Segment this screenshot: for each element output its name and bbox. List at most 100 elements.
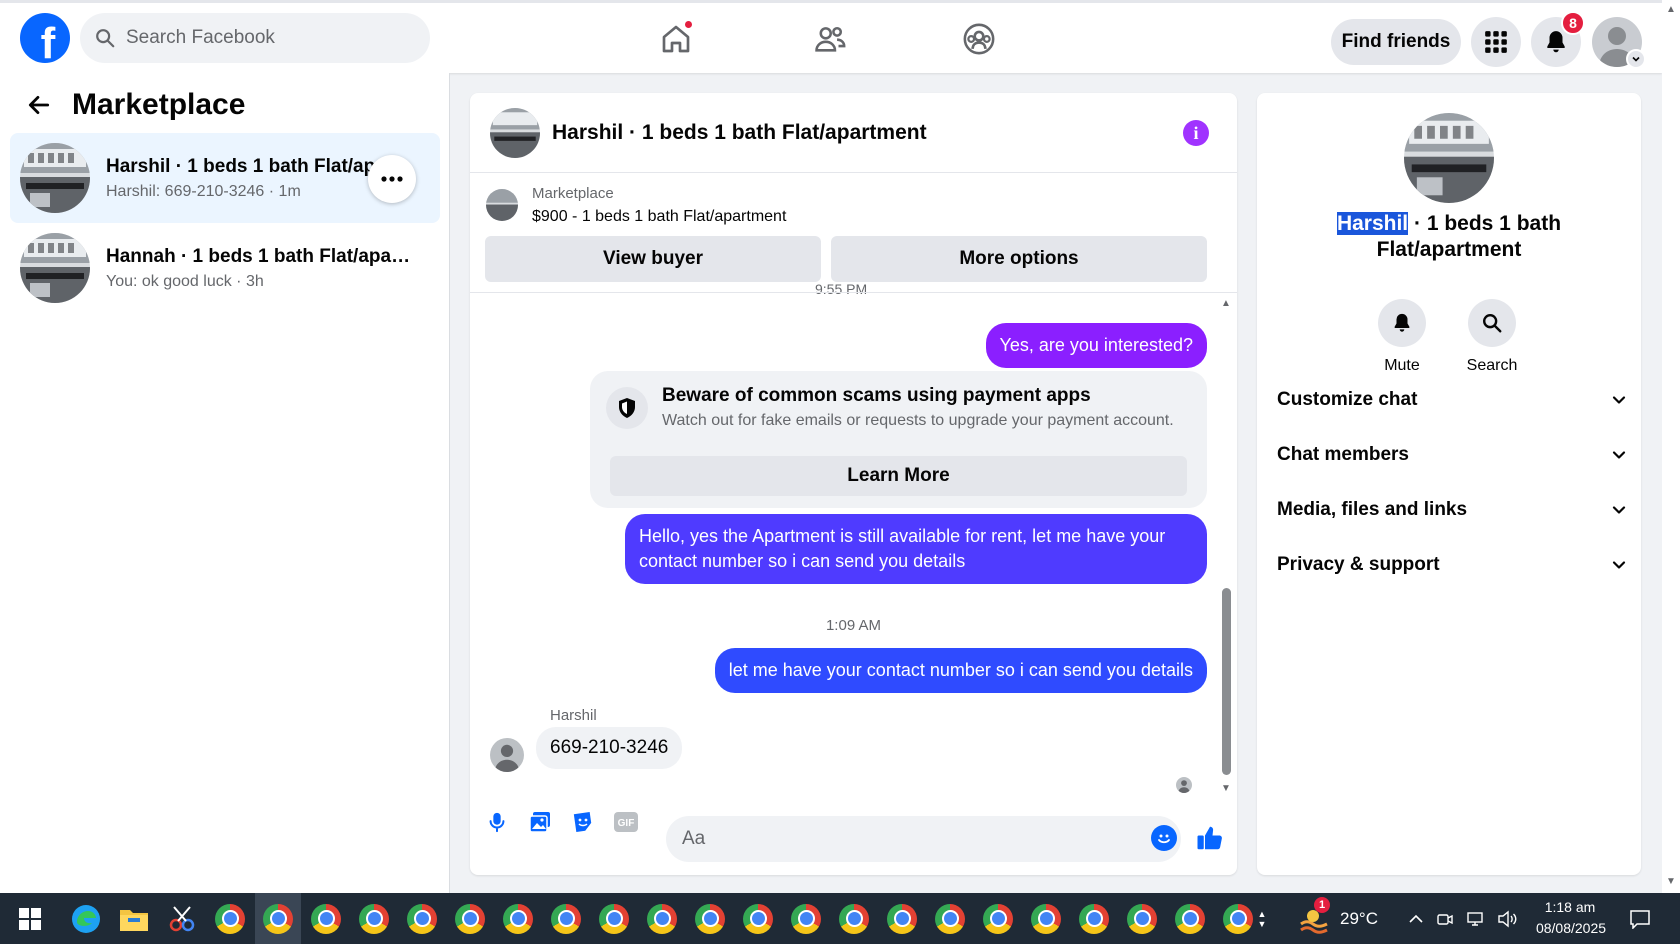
image-icon[interactable] [526,808,554,836]
sticker-icon[interactable] [569,808,597,836]
chrome-window-icon[interactable] [1119,893,1165,944]
chrome-window-icon[interactable] [207,893,253,944]
mic-icon[interactable] [483,808,511,836]
bell-icon[interactable] [1378,299,1426,347]
start-button[interactable] [7,893,53,944]
notifications-button[interactable]: 8 [1531,11,1585,67]
mute-action[interactable]: Mute [1367,299,1437,375]
chrome-window-icon[interactable] [399,893,445,944]
weather-badge: 1 [1314,897,1330,913]
gif-icon[interactable]: GIF [612,808,640,836]
groups-nav-button[interactable] [961,21,997,57]
file-explorer-icon[interactable] [111,893,157,944]
find-friends-button[interactable]: Find friends [1331,19,1461,65]
search-icon[interactable] [1468,299,1516,347]
more-options-button[interactable]: More options [831,236,1207,282]
meet-icon[interactable] [1432,893,1458,944]
outgoing-message[interactable]: let me have your contact number so i can… [714,648,1207,693]
details-title-rest: · 1 beds 1 bath [1408,212,1562,235]
friends-nav-button[interactable] [812,21,848,57]
section-chat-members[interactable]: Chat members [1277,435,1627,475]
snipping-tool-icon[interactable] [159,893,205,944]
section-privacy-support[interactable]: Privacy & support [1277,545,1627,585]
emoji-icon[interactable] [1151,825,1177,851]
conversation-item-harshil[interactable]: Harshil · 1 beds 1 bath Flat/apartment H… [10,133,440,223]
conversation-item-hannah[interactable]: Hannah · 1 beds 1 bath Flat/apartment Yo… [10,223,440,313]
chrome-window-icon[interactable] [927,893,973,944]
scam-warning-text: Watch out for fake emails or requests to… [662,412,1174,429]
scroll-up-arrow-icon[interactable]: ▲ [1221,298,1231,309]
details-listing-thumbnail[interactable] [1404,113,1494,203]
chrome-window-icon[interactable] [1071,893,1117,944]
groups-icon [963,23,995,55]
clock-time[interactable]: 1:18 am [1530,899,1610,915]
view-buyer-button[interactable]: View buyer [485,236,821,282]
like-icon[interactable] [1195,823,1225,853]
section-customize-chat[interactable]: Customize chat [1277,380,1627,420]
page-scroll-up-icon[interactable]: ▲ [1666,4,1676,15]
chrome-window-icon[interactable] [351,893,397,944]
search-box[interactable] [80,13,430,63]
clock-date[interactable]: 08/08/2025 [1526,920,1616,936]
temperature[interactable]: 29°C [1340,909,1378,929]
back-arrow-icon[interactable] [24,90,54,120]
search-icon [96,29,115,48]
page-scroll-down-icon[interactable]: ▼ [1666,876,1676,887]
notification-center-icon[interactable] [1620,893,1660,944]
network-icon[interactable] [1462,893,1488,944]
conversation-title: Hannah · 1 beds 1 bath Flat/apartment [106,245,416,267]
chrome-window-icon[interactable] [975,893,1021,944]
message-composer-input[interactable] [666,816,1181,862]
menu-button[interactable] [1471,17,1521,67]
search-input[interactable] [126,27,406,49]
volume-icon[interactable] [1494,893,1520,944]
menu-grid-icon [1485,31,1507,53]
chrome-window-icon[interactable] [879,893,925,944]
edge-browser-icon[interactable] [63,893,109,944]
taskbar-overflow-chevron-icon[interactable]: ▲ ▼ [1252,893,1272,944]
learn-more-button[interactable]: Learn More [610,456,1187,496]
chrome-window-icon[interactable] [687,893,733,944]
incoming-message[interactable]: 669-210-3246 [536,727,683,769]
section-media-files-links[interactable]: Media, files and links [1277,490,1627,530]
info-icon[interactable]: i [1183,120,1209,146]
details-title: Harshil · 1 beds 1 bath Flat/apartment [1257,211,1641,263]
sender-name: Harshil [550,707,597,724]
chrome-window-active-icon[interactable] [255,893,301,944]
message-timestamp: 1:09 AM [825,617,882,634]
marketplace-inbox-panel: Marketplace Harshil · 1 beds 1 bath Flat… [0,73,450,893]
conversation-more-options-button[interactable] [368,155,416,203]
facebook-logo-icon[interactable]: f [20,13,70,63]
chrome-window-icon[interactable] [495,893,541,944]
account-chevron-down-icon[interactable] [1626,49,1646,69]
scroll-down-arrow-icon[interactable]: ▼ [1221,783,1231,794]
details-title-line2: Flat/apartment [1376,238,1522,261]
outgoing-message[interactable]: Yes, are you interested? [985,323,1207,368]
marketplace-header: Marketplace [24,88,245,122]
scam-warning-card: Beware of common scams using payment app… [590,371,1207,508]
chrome-window-icon[interactable] [591,893,637,944]
chrome-window-icon[interactable] [831,893,877,944]
chrome-window-icon[interactable] [783,893,829,944]
chat-title[interactable]: Harshil · 1 beds 1 bath Flat/apartment [552,121,927,145]
home-nav-button[interactable] [658,19,694,57]
chrome-window-icon[interactable] [639,893,685,944]
chrome-window-icon[interactable] [1167,893,1213,944]
chrome-window-icon[interactable] [447,893,493,944]
top-navigation-bar: f Find friends 8 [0,0,1662,73]
chrome-window-icon[interactable] [543,893,589,944]
chrome-window-icon[interactable] [303,893,349,944]
chat-listing-thumbnail[interactable] [490,107,540,158]
search-action[interactable]: Search [1457,299,1527,375]
friends-icon [815,26,846,52]
chrome-window-icon[interactable] [1023,893,1069,944]
outgoing-message[interactable]: Hello, yes the Apartment is still availa… [625,514,1207,584]
show-hidden-icons-chevron-icon[interactable] [1404,893,1428,944]
page-scrollbar[interactable]: ▲ ▼ [1662,0,1680,893]
chevron-down-icon [1612,396,1626,404]
conversation-details-panel: Harshil · 1 beds 1 bath Flat/apartment M… [1257,93,1641,875]
shield-icon [606,387,648,429]
timestamp-partial: 9:55 PM [815,281,868,297]
chrome-window-icon[interactable] [735,893,781,944]
sender-avatar[interactable] [490,738,524,772]
